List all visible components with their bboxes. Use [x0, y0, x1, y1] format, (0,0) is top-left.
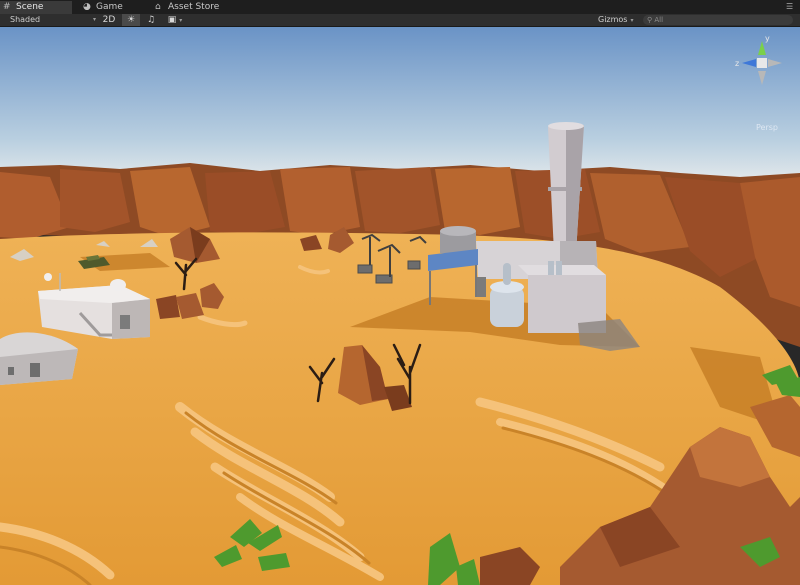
bag-icon: ⌂: [155, 2, 161, 12]
panel-menu-icon[interactable]: ☰: [786, 1, 796, 12]
scene-icon: #: [3, 2, 11, 12]
tab-asset-store-label: Asset Store: [168, 2, 220, 12]
gizmos-dropdown[interactable]: Gizmos ▾: [598, 14, 634, 26]
tab-scene-label: Scene: [16, 2, 44, 12]
chevron-down-icon: ▾: [93, 16, 97, 23]
game-icon: ◕: [83, 2, 91, 12]
lighting-toggle-icon[interactable]: ☀: [122, 14, 140, 26]
scene-toolbar: Shaded ▾ 2D ☀ ♫ ▣ ▾ Gizmos ▾ ⚲ All: [0, 14, 800, 27]
effects-icon: ▣: [167, 15, 177, 25]
editor-tab-bar: # Scene ◕ Game ⌂ Asset Store ☰: [0, 0, 800, 14]
gizmos-label: Gizmos: [598, 15, 628, 24]
gizmo-y-label: y: [765, 34, 770, 43]
audio-toggle-icon[interactable]: ♫: [142, 14, 160, 26]
orientation-gizmo[interactable]: y z: [734, 33, 790, 93]
chevron-down-icon: ▾: [630, 17, 634, 24]
search-icon: ⚲: [647, 16, 653, 24]
search-input[interactable]: ⚲ All: [643, 15, 793, 25]
projection-label[interactable]: Persp: [756, 123, 778, 132]
tab-scene[interactable]: # Scene: [0, 1, 72, 14]
scene-viewport[interactable]: y z Persp: [0, 27, 800, 585]
shading-mode-label: Shaded: [10, 15, 41, 24]
sky: [0, 27, 800, 177]
gizmo-z-label: z: [735, 59, 739, 68]
chevron-down-icon: ▾: [179, 17, 183, 24]
2d-toggle-button[interactable]: 2D: [98, 14, 120, 26]
search-placeholder: All: [654, 16, 664, 24]
storage-tank: [440, 226, 476, 253]
tab-game[interactable]: ◕ Game: [80, 1, 150, 14]
shading-mode-dropdown[interactable]: Shaded ▾: [10, 14, 96, 26]
tab-game-label: Game: [96, 2, 123, 12]
effects-dropdown[interactable]: ▣ ▾: [164, 14, 186, 26]
tab-asset-store[interactable]: ⌂ Asset Store: [152, 1, 242, 14]
